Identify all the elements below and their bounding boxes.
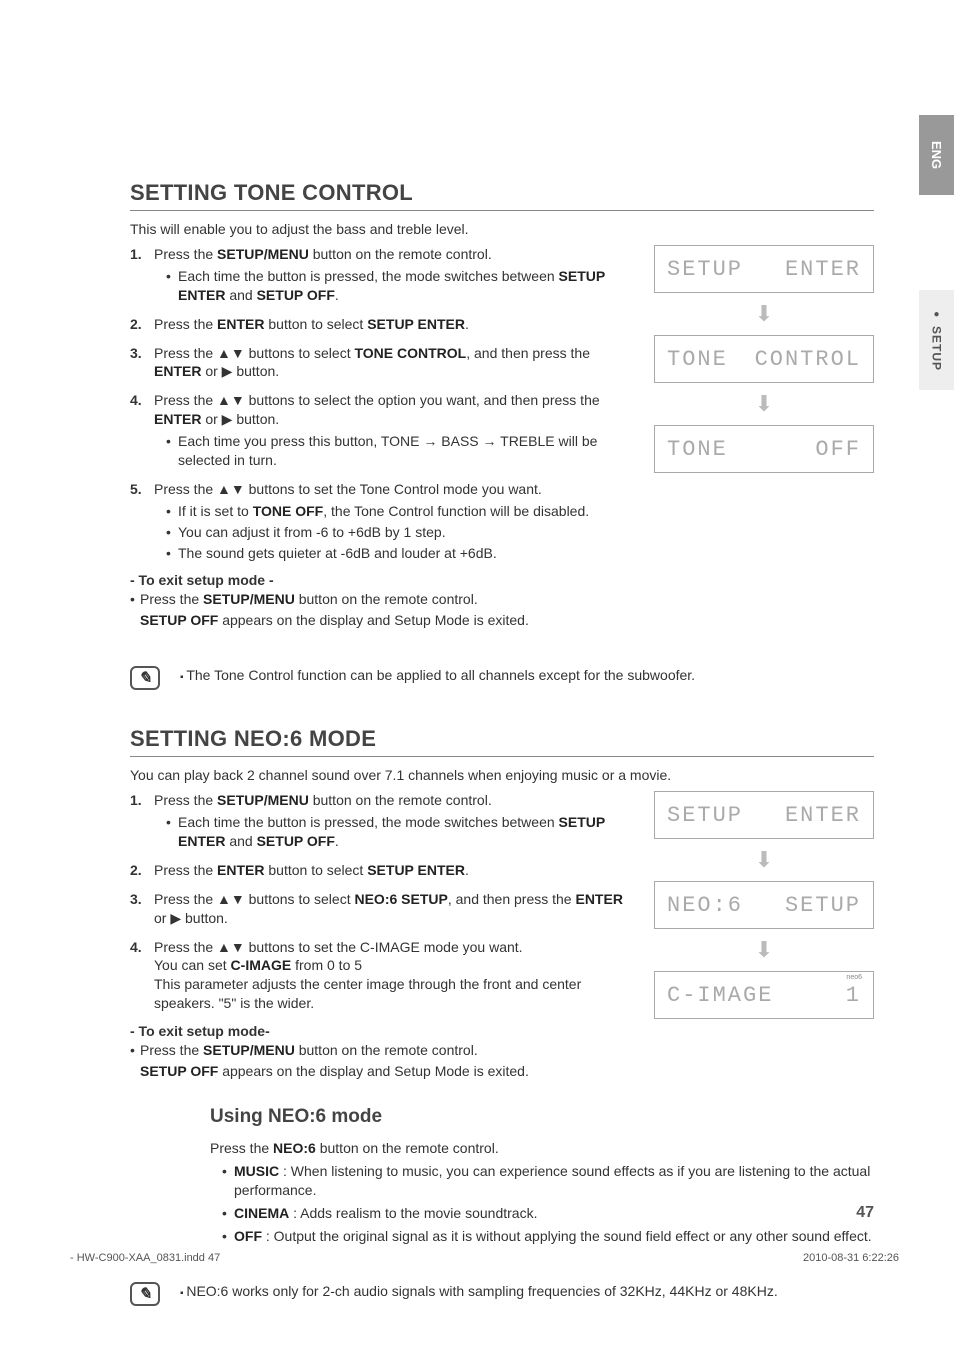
note-icon: ✎ bbox=[130, 1282, 160, 1306]
step-sub: Each time the button is pressed, the mod… bbox=[166, 813, 629, 851]
mode-item: OFF : Output the original signal as it i… bbox=[222, 1227, 874, 1246]
mode-list: MUSIC : When listening to music, you can… bbox=[210, 1162, 874, 1246]
exit-heading: - To exit setup mode - bbox=[130, 572, 629, 588]
step-sub: You can adjust it from -6 to +6dB by 1 s… bbox=[166, 523, 629, 542]
footer-filename: - HW-C900-XAA_0831.indd 47 bbox=[70, 1252, 220, 1264]
exit-text: Press the SETUP/MENU button on the remot… bbox=[130, 1041, 629, 1081]
step-text: Press the ENTER button to select SETUP E… bbox=[154, 862, 469, 878]
note-text: NEO:6 works only for 2-ch audio signals … bbox=[180, 1282, 874, 1302]
lcd-display: TONECONTROL bbox=[654, 335, 874, 383]
down-arrow-icon: ⬇ bbox=[654, 937, 874, 963]
lcd-label: neo6 bbox=[846, 974, 862, 981]
lcd-display: NEO:6SETUP bbox=[654, 881, 874, 929]
mode-item: MUSIC : When listening to music, you can… bbox=[222, 1162, 874, 1200]
section-title-tone: SETTING TONE CONTROL bbox=[130, 180, 874, 206]
lcd-display: C-IMAGE1 bbox=[654, 971, 874, 1019]
page-number: 47 bbox=[856, 1204, 874, 1222]
note-text: The Tone Control function can be applied… bbox=[180, 666, 874, 686]
step-text: Press the ▲▼ buttons to select TONE CONT… bbox=[154, 345, 590, 380]
step-text: Press the ▲▼ buttons to select the optio… bbox=[154, 392, 600, 427]
step-text: Press the SETUP/MENU button on the remot… bbox=[154, 246, 492, 262]
step-sub: The sound gets quieter at -6dB and loude… bbox=[166, 544, 629, 563]
lcd-display: SETUPENTER bbox=[654, 245, 874, 293]
lcd-display: SETUPENTER bbox=[654, 791, 874, 839]
step-text: Press the ▲▼ buttons to set the Tone Con… bbox=[154, 481, 542, 497]
neo6-intro: You can play back 2 channel sound over 7… bbox=[130, 767, 874, 783]
step-text: This parameter adjusts the center image … bbox=[154, 976, 581, 1011]
step-text: You can set C-IMAGE from 0 to 5 bbox=[154, 957, 362, 973]
lcd-display: TONEOFF bbox=[654, 425, 874, 473]
step-sub: Each time you press this button, TONE → … bbox=[166, 432, 629, 470]
down-arrow-icon: ⬇ bbox=[654, 301, 874, 327]
tone-steps: 1. Press the SETUP/MENU button on the re… bbox=[130, 245, 629, 562]
divider bbox=[130, 210, 874, 211]
tone-intro: This will enable you to adjust the bass … bbox=[130, 221, 874, 237]
footer-timestamp: 2010-08-31 6:22:26 bbox=[803, 1252, 899, 1264]
down-arrow-icon: ⬇ bbox=[654, 847, 874, 873]
using-neo6-title: Using NEO:6 mode bbox=[210, 1106, 874, 1128]
note-icon: ✎ bbox=[130, 666, 160, 690]
step-sub: If it is set to TONE OFF, the Tone Contr… bbox=[166, 502, 629, 521]
step-sub: Each time the button is pressed, the mod… bbox=[166, 267, 629, 305]
down-arrow-icon: ⬇ bbox=[654, 391, 874, 417]
note: ✎ NEO:6 works only for 2-ch audio signal… bbox=[130, 1276, 874, 1312]
note: ✎ The Tone Control function can be appli… bbox=[130, 660, 874, 696]
neo6-steps: 1. Press the SETUP/MENU button on the re… bbox=[130, 791, 629, 1013]
exit-text: Press the SETUP/MENU button on the remot… bbox=[130, 590, 629, 630]
step-text: Press the SETUP/MENU button on the remot… bbox=[154, 792, 492, 808]
step-text: Press the ENTER button to select SETUP E… bbox=[154, 316, 469, 332]
divider bbox=[130, 756, 874, 757]
mode-item: CINEMA : Adds realism to the movie sound… bbox=[222, 1204, 874, 1223]
exit-heading: - To exit setup mode- bbox=[130, 1023, 629, 1039]
step-text: Press the ▲▼ buttons to set the C-IMAGE … bbox=[154, 939, 523, 955]
using-intro: Press the NEO:6 button on the remote con… bbox=[210, 1140, 874, 1156]
section-title-neo6: SETTING NEO:6 MODE bbox=[130, 726, 874, 752]
step-text: Press the ▲▼ buttons to select NEO:6 SET… bbox=[154, 891, 623, 926]
